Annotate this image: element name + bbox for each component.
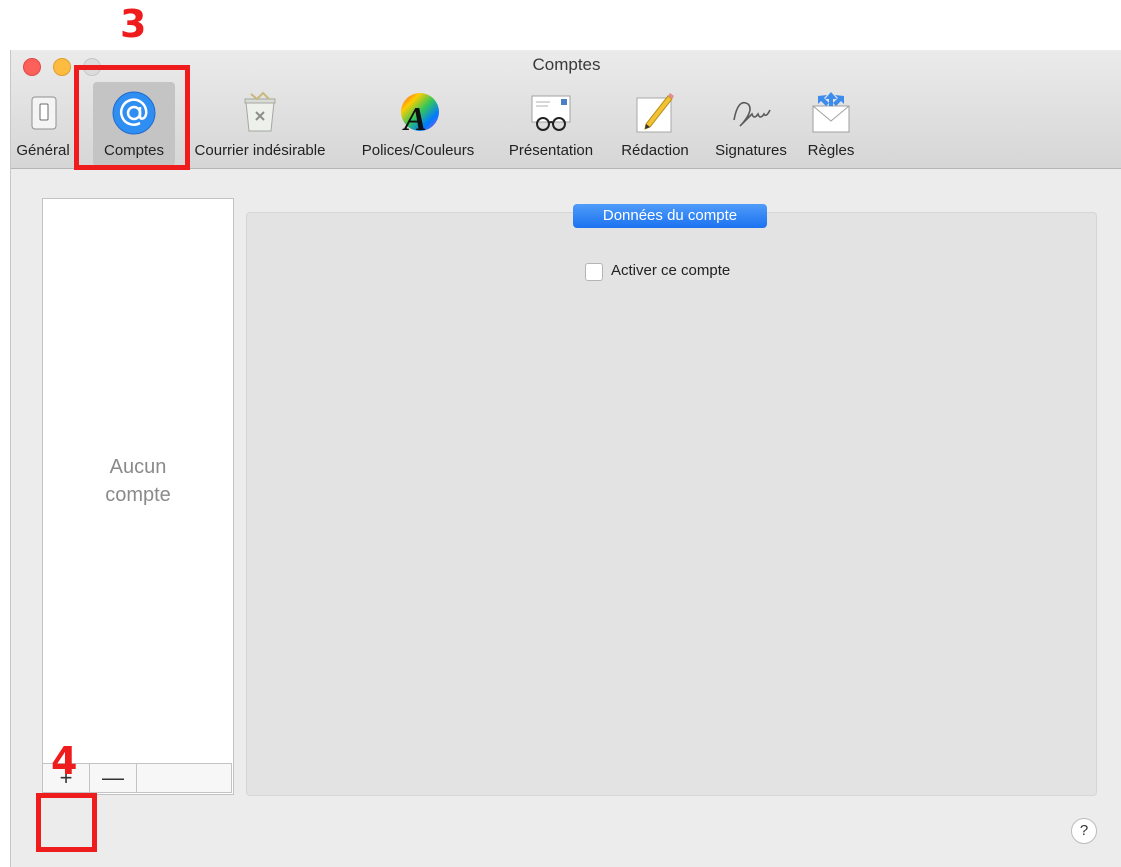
step-4-number: 4 [51,739,78,783]
tab-composing[interactable]: Rédaction [608,82,702,166]
rules-envelope-icon [808,90,854,136]
tab-signatures-label: Signatures [715,142,787,159]
account-detail-panel: Données du compte Activer ce compte [246,204,1097,796]
tab-junk-mail-label: Courrier indésirable [194,142,326,159]
tab-rules-label: Règles [807,142,855,159]
tab-signatures[interactable]: Signatures [704,82,798,166]
enable-account-label[interactable]: Activer ce compte [611,262,730,279]
fonts-colors-icon: A [395,90,441,138]
tab-account-information[interactable]: Données du compte [573,204,767,228]
glasses-letter-icon [528,90,574,136]
tab-viewing-label: Présentation [508,142,594,159]
tab-junk-mail[interactable]: Courrier indésirable [179,82,341,166]
enable-account-checkbox[interactable] [585,263,603,281]
no-accounts-message: Aucun compte [43,453,233,509]
tab-viewing[interactable]: Présentation [495,82,607,166]
step-3-highlight-box [74,65,190,170]
pencil-icon [632,90,678,136]
help-button[interactable]: ? [1071,818,1097,844]
tab-rules[interactable]: Règles [798,82,864,166]
signature-icon [728,90,774,136]
preferences-window: Comptes Général Comptes Courrier indésir… [10,50,1121,867]
tab-general-label: Général [16,142,70,159]
step-3-number: 3 [120,2,147,46]
tab-fonts-colors-label: Polices/Couleurs [361,142,475,159]
no-accounts-text: Aucun compte [105,456,171,506]
tab-composing-label: Rédaction [621,142,689,159]
junk-mail-icon [237,90,283,136]
svg-text:A: A [402,101,427,136]
remove-account-button[interactable]: — [90,764,137,792]
tab-general[interactable]: Général [9,82,77,166]
general-switch-icon [20,90,66,136]
tab-fonts-colors[interactable]: A Polices/Couleurs [343,82,493,166]
accounts-list[interactable]: Aucun compte [42,198,234,795]
step-4-highlight-box [36,793,97,852]
